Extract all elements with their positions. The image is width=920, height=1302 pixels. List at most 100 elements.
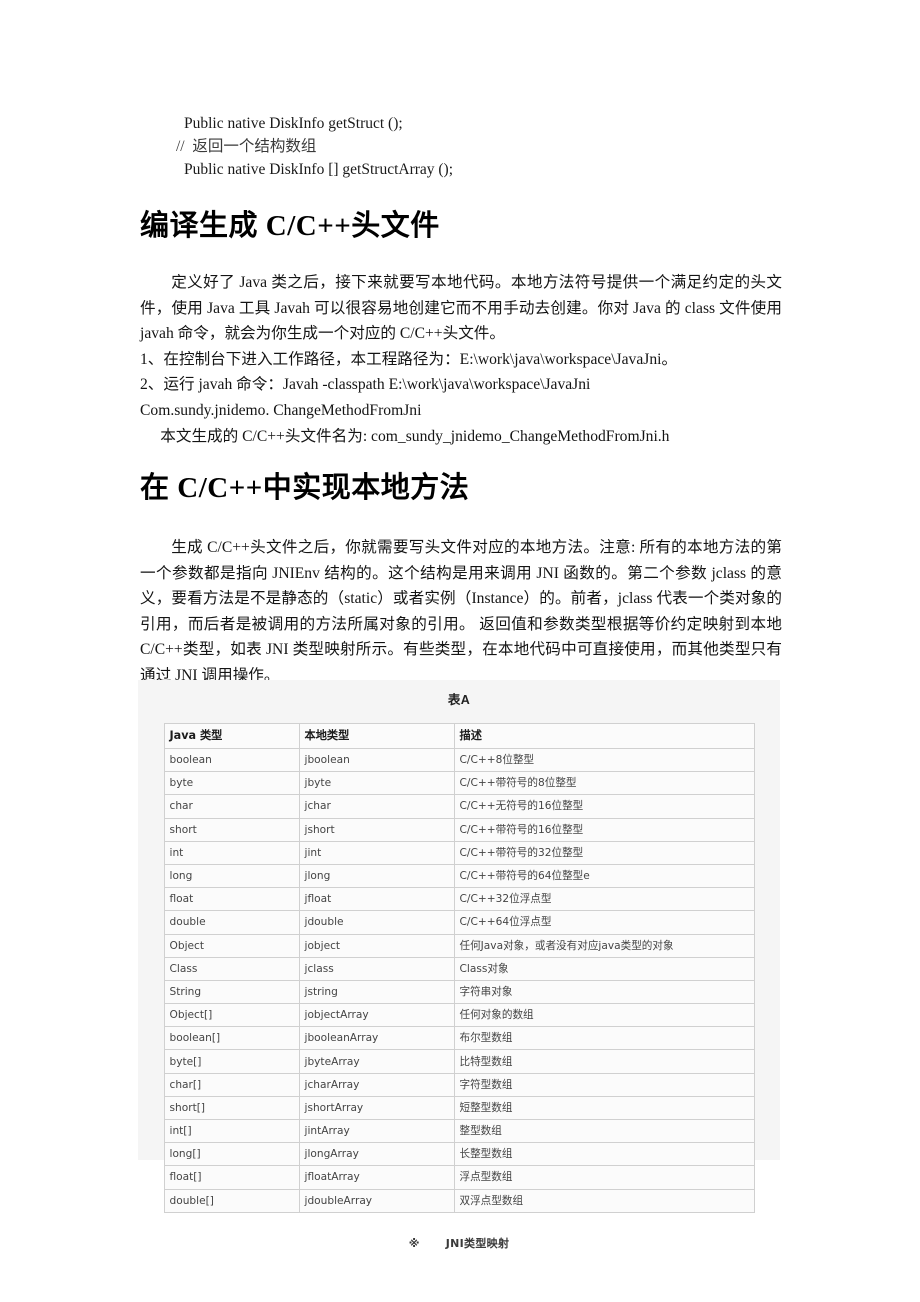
- cell-description: C/C++8位整型: [453, 747, 755, 773]
- table-row: double[] jdoubleArray 双浮点型数组: [163, 1188, 755, 1213]
- section-body-compile: 定义好了 Java 类之后，接下来就要写本地代码。本地方法符号提供一个满足约定的…: [140, 270, 782, 449]
- paragraph-header-file-name: 本文生成的 C/C++头文件名为: com_sundy_jnidemo_Chan…: [160, 427, 670, 445]
- paragraph-step-2: 2、运行 javah 命令：Javah -classpath E:\work\j…: [140, 376, 591, 394]
- cell-native-type: jobject: [298, 933, 455, 958]
- section-body-implement: 生成 C/C++头文件之后，你就需要写头文件对应的本地方法。注意: 所有的本地方…: [140, 535, 782, 689]
- cell-java-type: long: [163, 863, 300, 889]
- table-caption-bottom-label: JNI类型映射: [445, 1236, 510, 1250]
- cell-java-type: Object[]: [163, 1003, 300, 1028]
- cell-description: 布尔型数组: [453, 1026, 755, 1051]
- table-row: boolean[] jbooleanArray 布尔型数组: [163, 1026, 755, 1051]
- code-line: Public native DiskInfo getStruct ();: [184, 115, 403, 132]
- paragraph: 定义好了 Java 类之后，接下来就要写本地代码。本地方法符号提供一个满足约定的…: [140, 274, 782, 343]
- cell-java-type: double: [163, 910, 300, 935]
- table-row: short jshort C/C++带符号的16位整型: [163, 817, 755, 842]
- cell-java-type: int[]: [163, 1118, 300, 1144]
- table-row: short[] jshortArray 短整型数组: [163, 1095, 755, 1121]
- table-row: Class jclass Class对象: [163, 956, 755, 981]
- column-header-native-type: 本地类型: [298, 723, 455, 749]
- column-header-java-type: Java 类型: [163, 723, 300, 749]
- cell-description: 字符型数组: [453, 1072, 755, 1097]
- cell-java-type: byte: [163, 771, 300, 796]
- cell-native-type: jchar: [298, 794, 455, 819]
- cell-native-type: jintArray: [298, 1118, 455, 1144]
- cell-java-type: short: [163, 817, 300, 842]
- cell-java-type: char[]: [163, 1072, 300, 1097]
- table-row: char[] jcharArray 字符型数组: [163, 1072, 755, 1097]
- cell-native-type: jbyte: [298, 771, 455, 796]
- cell-native-type: jdouble: [298, 910, 455, 935]
- cell-native-type: jfloat: [298, 887, 455, 912]
- cell-native-type: jint: [298, 840, 455, 865]
- table-row: int jint C/C++带符号的32位整型: [163, 840, 755, 865]
- cell-java-type: double[]: [163, 1188, 300, 1213]
- table-row: byte jbyte C/C++带符号的8位整型: [163, 771, 755, 796]
- section-heading-compile: 编译生成 C/C++头文件: [140, 210, 440, 242]
- cell-java-type: long[]: [163, 1142, 300, 1167]
- table-row: float jfloat C/C++32位浮点型: [163, 887, 755, 912]
- cell-native-type: jcharArray: [298, 1072, 455, 1097]
- cell-native-type: jclass: [298, 956, 455, 981]
- cell-java-type: boolean: [163, 747, 300, 773]
- cell-native-type: jshort: [298, 817, 455, 842]
- cell-native-type: jbooleanArray: [298, 1026, 455, 1051]
- table-caption-bottom: ※ JNI类型映射: [138, 1235, 780, 1251]
- table-row: Object[] jobjectArray 任何对象的数组: [163, 1003, 755, 1028]
- table-row: boolean jboolean C/C++8位整型: [163, 747, 755, 773]
- table-row: double jdouble C/C++64位浮点型: [163, 910, 755, 935]
- cell-description: 双浮点型数组: [453, 1188, 755, 1213]
- paragraph-class-name: Com.sundy.jnidemo. ChangeMethodFromJni: [140, 401, 422, 419]
- table-row: long[] jlongArray 长整型数组: [163, 1142, 755, 1167]
- cell-description: 任何Java对象，或者没有对应java类型的对象: [453, 933, 755, 958]
- table-body: boolean jboolean C/C++8位整型 byte jbyte C/C++带符…: [163, 747, 755, 1213]
- paragraph-step-1: 1、在控制台下进入工作路径，本工程路径为：E:\work\java\worksp…: [140, 350, 678, 368]
- jni-type-mapping-table: Java 类型 本地类型 描述 boolean jboolean C/C++8位整型…: [163, 723, 755, 1213]
- code-snippet: Public native DiskInfo getStruct (); // …: [176, 112, 776, 181]
- cell-native-type: jobjectArray: [298, 1003, 455, 1028]
- cell-java-type: byte[]: [163, 1049, 300, 1074]
- table-header-row: Java 类型 本地类型 描述: [163, 723, 755, 749]
- table-caption-top: 表A: [447, 693, 471, 707]
- cell-description: 任何对象的数组: [453, 1003, 755, 1028]
- reference-mark-icon: ※: [408, 1236, 420, 1250]
- cell-description: 长整型数组: [453, 1142, 755, 1167]
- paragraph: 生成 C/C++头文件之后，你就需要写头文件对应的本地方法。注意: 所有的本地方…: [140, 539, 782, 684]
- code-line: Public native DiskInfo [] getStructArray…: [184, 161, 454, 178]
- table-row: long jlong C/C++带符号的64位整型e: [163, 863, 755, 889]
- cell-java-type: Object: [163, 933, 300, 958]
- cell-native-type: jbyteArray: [298, 1049, 455, 1074]
- cell-description: 字符串对象: [453, 979, 755, 1005]
- cell-native-type: jfloatArray: [298, 1165, 455, 1190]
- jni-type-mapping-panel: 表A Java 类型 本地类型 描述 boolean jboolean C/C++8…: [138, 680, 780, 1250]
- section-heading-implement: 在 C/C++中实现本地方法: [140, 472, 470, 504]
- cell-java-type: String: [163, 979, 300, 1005]
- cell-native-type: jlongArray: [298, 1142, 455, 1167]
- table-row: String jstring 字符串对象: [163, 979, 755, 1005]
- cell-description: C/C++带符号的16位整型: [453, 817, 755, 842]
- cell-java-type: float: [163, 887, 300, 912]
- table-row: byte[] jbyteArray 比特型数组: [163, 1049, 755, 1074]
- cell-native-type: jstring: [298, 979, 455, 1005]
- cell-description: Class对象: [453, 956, 755, 981]
- cell-native-type: jlong: [298, 863, 455, 889]
- table-row: Object jobject 任何Java对象，或者没有对应java类型的对象: [163, 933, 755, 958]
- cell-java-type: int: [163, 840, 300, 865]
- cell-description: 浮点型数组: [453, 1165, 755, 1190]
- cell-native-type: jdoubleArray: [298, 1188, 455, 1213]
- code-line-comment: // 返回一个结构数组: [176, 138, 317, 155]
- cell-java-type: float[]: [163, 1165, 300, 1190]
- cell-description: C/C++带符号的64位整型e: [453, 863, 755, 889]
- table-row: char jchar C/C++无符号的16位整型: [163, 794, 755, 819]
- cell-native-type: jshortArray: [298, 1095, 455, 1121]
- cell-java-type: short[]: [163, 1095, 300, 1121]
- cell-description: 短整型数组: [453, 1095, 755, 1121]
- cell-description: 整型数组: [453, 1118, 755, 1144]
- cell-description: C/C++64位浮点型: [453, 910, 755, 935]
- cell-description: 比特型数组: [453, 1049, 755, 1074]
- table-row: int[] jintArray 整型数组: [163, 1118, 755, 1144]
- document-page: Public native DiskInfo getStruct (); // …: [0, 0, 920, 1302]
- cell-description: C/C++无符号的16位整型: [453, 794, 755, 819]
- cell-java-type: Class: [163, 956, 300, 981]
- cell-native-type: jboolean: [298, 747, 455, 773]
- cell-java-type: char: [163, 794, 300, 819]
